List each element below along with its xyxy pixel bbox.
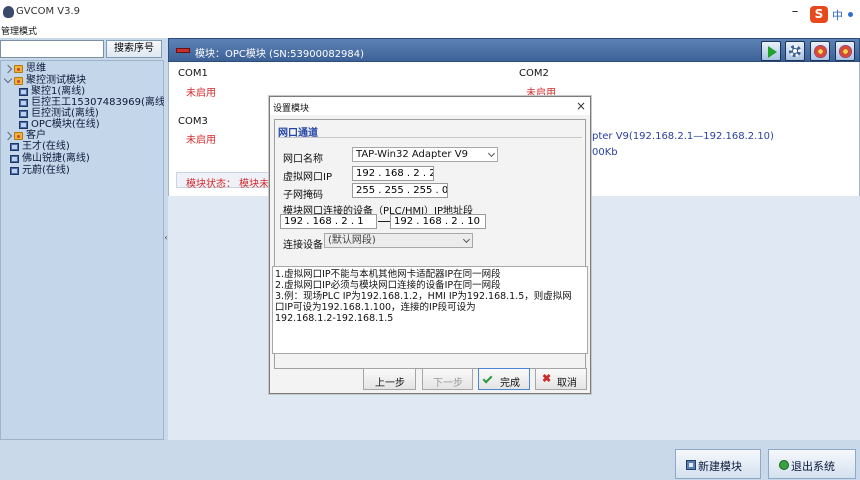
virtual-ip-label: 虚拟网口IP bbox=[283, 172, 332, 183]
dialog-close-button[interactable]: × bbox=[573, 97, 589, 115]
note-line: 口IP可设为192.168.1.100，连接的IP段可设为 bbox=[275, 302, 476, 313]
module-header: 模块：OPC模块 (SN:53900082984) bbox=[168, 38, 860, 62]
device-icon bbox=[19, 99, 28, 107]
note-line: 3.例：现场PLC IP为192.168.1.2，HMI IP为192.168.… bbox=[275, 291, 572, 302]
app-logo-icon bbox=[3, 6, 14, 18]
search-input[interactable] bbox=[0, 40, 104, 58]
finish-button[interactable]: 完成 bbox=[478, 368, 530, 390]
tree-collapse-icon[interactable] bbox=[3, 74, 13, 84]
group-folder-icon bbox=[14, 65, 23, 73]
app-title: GVCOM V3.9 bbox=[16, 6, 80, 17]
cancel-button[interactable]: ✖ 取消 bbox=[535, 368, 587, 390]
ime-mode-label: 中 bbox=[832, 9, 843, 22]
tree-node-device[interactable]: 元蔚(在线) bbox=[10, 165, 160, 177]
new-module-icon bbox=[686, 460, 696, 470]
connected-device-label: 连接设备 bbox=[283, 240, 323, 251]
previous-step-button[interactable]: 上一步 bbox=[363, 368, 416, 390]
module-action-icon bbox=[814, 45, 827, 58]
device-icon bbox=[10, 155, 19, 163]
device-icon bbox=[19, 110, 28, 118]
nic-name-label: 网口名称 bbox=[283, 154, 323, 165]
com1-state: 未启用 bbox=[186, 88, 216, 99]
close-icon: ✖ bbox=[542, 373, 552, 385]
com3-label: COM3 bbox=[178, 116, 208, 127]
tree-expand-icon[interactable] bbox=[3, 131, 13, 141]
group-folder-icon bbox=[14, 77, 23, 85]
network-adapter-info: pter V9(192.168.2.1—192.168.2.10) bbox=[592, 131, 774, 142]
chevron-down-icon bbox=[462, 235, 471, 244]
new-module-button[interactable]: 新建模块 bbox=[675, 449, 761, 479]
menu-bar: 管理模式 bbox=[0, 26, 860, 38]
ime-status-dot-icon bbox=[848, 12, 853, 17]
tree-node-group[interactable]: 思维 bbox=[3, 63, 155, 75]
connected-device-select[interactable]: (默认网段) bbox=[324, 233, 473, 248]
note-line: 192.168.1.2-192.168.1.5 bbox=[275, 313, 394, 324]
next-step-button[interactable]: 下一步 bbox=[422, 368, 473, 390]
dialog-title: 设置模块 bbox=[273, 104, 310, 114]
module-remove-button[interactable] bbox=[835, 41, 855, 61]
title-bar: GVCOM V3.9 S 中 – bbox=[0, 0, 860, 26]
subnet-mask-label: 子网掩码 bbox=[283, 190, 323, 201]
device-icon bbox=[10, 143, 19, 151]
play-icon bbox=[768, 46, 777, 58]
exit-icon bbox=[779, 460, 789, 470]
chevron-down-icon bbox=[487, 149, 496, 158]
module-status-icon bbox=[176, 48, 190, 53]
device-icon bbox=[10, 167, 19, 175]
device-icon bbox=[19, 121, 28, 129]
network-speed-info: 00Kb bbox=[592, 147, 618, 158]
menu-item-admin-mode[interactable]: 管理模式 bbox=[1, 26, 37, 38]
section-divider bbox=[278, 137, 582, 138]
module-remove-icon bbox=[839, 45, 852, 58]
settings-button[interactable] bbox=[785, 41, 805, 61]
tree-node-device[interactable]: 佛山锐捷(离线) bbox=[10, 153, 160, 165]
com1-label: COM1 bbox=[178, 68, 208, 79]
notes-textbox: 1.虚拟网口IP不能与本机其他网卡适配器IP在同一网段 2.虚拟网口IP必须与模… bbox=[272, 266, 588, 354]
note-line: 1.虚拟网口IP不能与本机其他网卡适配器IP在同一网段 bbox=[275, 269, 501, 280]
com3-state: 未启用 bbox=[186, 135, 216, 146]
tree-node-device[interactable]: 王才(在线) bbox=[10, 141, 160, 153]
nic-name-select[interactable]: TAP-Win32 Adapter V9 bbox=[352, 147, 498, 162]
minimize-button[interactable]: – bbox=[780, 0, 810, 24]
virtual-ip-input[interactable]: 192 . 168 . 2 . 200 bbox=[352, 166, 434, 181]
module-title: 模块：OPC模块 (SN:53900082984) bbox=[195, 49, 365, 60]
module-status-text: 模块状态： 模块未 bbox=[186, 179, 270, 190]
search-serial-button[interactable]: 搜索序号 bbox=[106, 40, 162, 58]
tree-expand-icon[interactable] bbox=[3, 64, 13, 74]
com2-label: COM2 bbox=[519, 68, 549, 79]
exit-system-button[interactable]: 退出系统 bbox=[768, 449, 856, 479]
device-tree: 思维 聚控测试模块 聚控1(离线) 巨控王工15307483969(离线) 巨控… bbox=[0, 60, 169, 440]
module-action-button[interactable] bbox=[810, 41, 830, 61]
ime-indicator[interactable]: S 中 bbox=[810, 6, 858, 24]
start-button[interactable] bbox=[761, 41, 781, 61]
ip-range-separator bbox=[378, 221, 390, 222]
subnet-mask-input[interactable]: 255 . 255 . 255 . 0 bbox=[352, 183, 448, 198]
ip-range-start-input[interactable]: 192 . 168 . 2 . 1 bbox=[280, 214, 377, 229]
gear-icon bbox=[789, 45, 801, 57]
check-icon bbox=[482, 373, 493, 384]
device-icon bbox=[19, 88, 28, 96]
sogou-ime-icon: S bbox=[810, 6, 828, 23]
group-folder-icon bbox=[14, 132, 23, 140]
note-line: 2.虚拟网口IP必须与模块网口连接的设备IP在同一网段 bbox=[275, 280, 501, 291]
dialog-title-bar: 设置模块 × bbox=[270, 97, 590, 115]
ip-range-end-input[interactable]: 192 . 168 . 2 . 10 bbox=[390, 214, 486, 229]
